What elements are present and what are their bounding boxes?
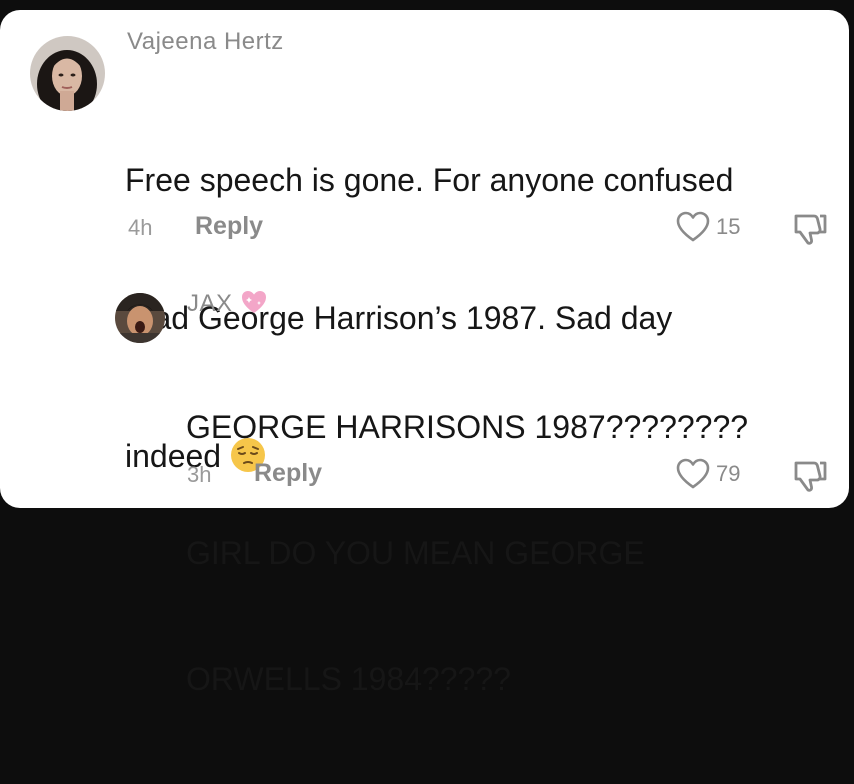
dislike-button[interactable] — [792, 212, 828, 251]
like-count: 15 — [716, 214, 741, 239]
sparkling-heart-emoji-icon — [240, 289, 268, 322]
thumbs-down-icon — [794, 461, 827, 492]
like-button[interactable]: 79 — [676, 458, 740, 490]
avatar[interactable] — [115, 293, 165, 343]
thumbs-down-icon — [794, 214, 827, 245]
comment-timestamp: 3h — [187, 462, 212, 487]
reply-button[interactable]: Reply — [195, 212, 263, 241]
like-button[interactable]: 15 — [676, 211, 740, 243]
like-count: 79 — [716, 461, 741, 486]
comment-thread-card: Vajeena Hertz Free speech is gone. For a… — [0, 10, 849, 697]
profile-photo-icon — [115, 293, 165, 343]
comment-timestamp: 4h — [128, 215, 153, 240]
dislike-button[interactable] — [792, 459, 828, 498]
username[interactable]: JAX — [187, 289, 268, 322]
comment-line: ORWELLS 1984????? — [186, 661, 511, 697]
comment-line: Free speech is gone. For anyone confused — [125, 162, 734, 198]
username[interactable]: Vajeena Hertz — [127, 28, 284, 56]
username-text: JAX — [187, 290, 240, 317]
comment-text: GEORGE HARRISONS 1987???????? GIRL DO YO… — [186, 322, 836, 784]
comment-line: GIRL DO YOU MEAN GEORGE — [186, 535, 645, 571]
avatar[interactable] — [30, 36, 105, 111]
reply-button[interactable]: Reply — [254, 459, 322, 488]
profile-photo-icon — [30, 36, 105, 111]
heart-icon — [676, 458, 710, 489]
heart-icon — [676, 211, 710, 242]
comment-line: GEORGE HARRISONS 1987???????? — [186, 409, 749, 445]
